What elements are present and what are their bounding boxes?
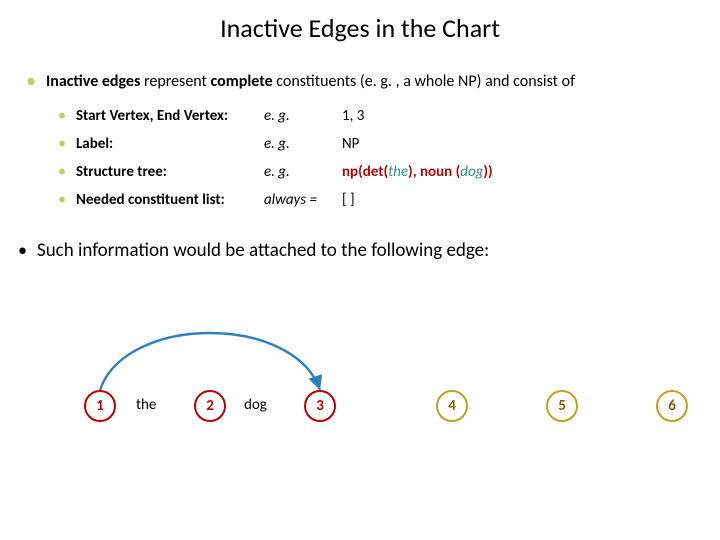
row-value: 1, 3 bbox=[342, 107, 700, 125]
row-eg: e. g. bbox=[264, 135, 342, 153]
vertex-6: 6 bbox=[656, 390, 688, 422]
row-label: Needed constituent list: bbox=[76, 191, 264, 209]
row-value: NP bbox=[342, 135, 700, 153]
vertex-2: 2 bbox=[194, 390, 226, 422]
vertex-3: 3 bbox=[304, 390, 336, 422]
sub-bullet-label: • Label: e. g. NP bbox=[58, 135, 700, 153]
row-label: Start Vertex, End Vertex: bbox=[76, 107, 264, 125]
row-value: np(det(the), noun (dog)) bbox=[342, 163, 700, 181]
intro-mid: represent bbox=[140, 72, 210, 91]
main-bullet: • Inactive edges represent complete cons… bbox=[26, 72, 700, 91]
tree-the: the bbox=[388, 163, 408, 181]
content-area: • Inactive edges represent complete cons… bbox=[0, 72, 720, 452]
sub-bullet-needed-list: • Needed constituent list: always = [ ] bbox=[58, 191, 700, 209]
sub-bullet-structure-tree: • Structure tree: e. g. np(det(the), nou… bbox=[58, 163, 700, 181]
vertex-1: 1 bbox=[84, 390, 116, 422]
tree-dog: dog bbox=[460, 163, 483, 181]
row-eg: always = bbox=[264, 191, 342, 209]
intro-text: Inactive edges represent complete consti… bbox=[46, 72, 575, 91]
intro-bold1: Inactive edges bbox=[46, 72, 140, 91]
second-bullet: • Such information would be attached to … bbox=[18, 239, 700, 262]
slide-title: Inactive Edges in the Chart bbox=[0, 0, 720, 72]
sub-bullet-vertices: • Start Vertex, End Vertex: e. g. 1, 3 bbox=[58, 107, 700, 125]
tree-np-pre: np(det( bbox=[342, 163, 388, 181]
second-text: Such information would be attached to th… bbox=[37, 239, 489, 262]
word-dog: dog bbox=[244, 396, 267, 414]
bullet-dot-icon: • bbox=[58, 191, 66, 209]
bullet-dot-icon: • bbox=[58, 107, 66, 125]
bullet-dot-icon: • bbox=[58, 163, 66, 181]
row-label: Structure tree: bbox=[76, 163, 264, 181]
row-eg: e. g. bbox=[264, 107, 342, 125]
tree-mid: ), noun ( bbox=[408, 163, 460, 181]
bullet-dot-icon: • bbox=[26, 72, 36, 90]
row-label: Label: bbox=[76, 135, 264, 153]
vertex-5: 5 bbox=[546, 390, 578, 422]
vertex-4: 4 bbox=[436, 390, 468, 422]
row-value: [ ] bbox=[342, 191, 700, 209]
word-the: the bbox=[136, 396, 156, 414]
edge-diagram: 1 the 2 dog 3 4 5 6 bbox=[66, 302, 720, 452]
row-eg: e. g. bbox=[264, 163, 342, 181]
intro-bold2: complete bbox=[211, 72, 273, 91]
intro-tail: constituents (e. g. , a whole NP) and co… bbox=[273, 72, 575, 91]
tree-post: )) bbox=[483, 163, 492, 181]
bullet-dot-icon: • bbox=[18, 239, 27, 261]
edge-arc-icon bbox=[66, 302, 720, 452]
bullet-dot-icon: • bbox=[58, 135, 66, 153]
